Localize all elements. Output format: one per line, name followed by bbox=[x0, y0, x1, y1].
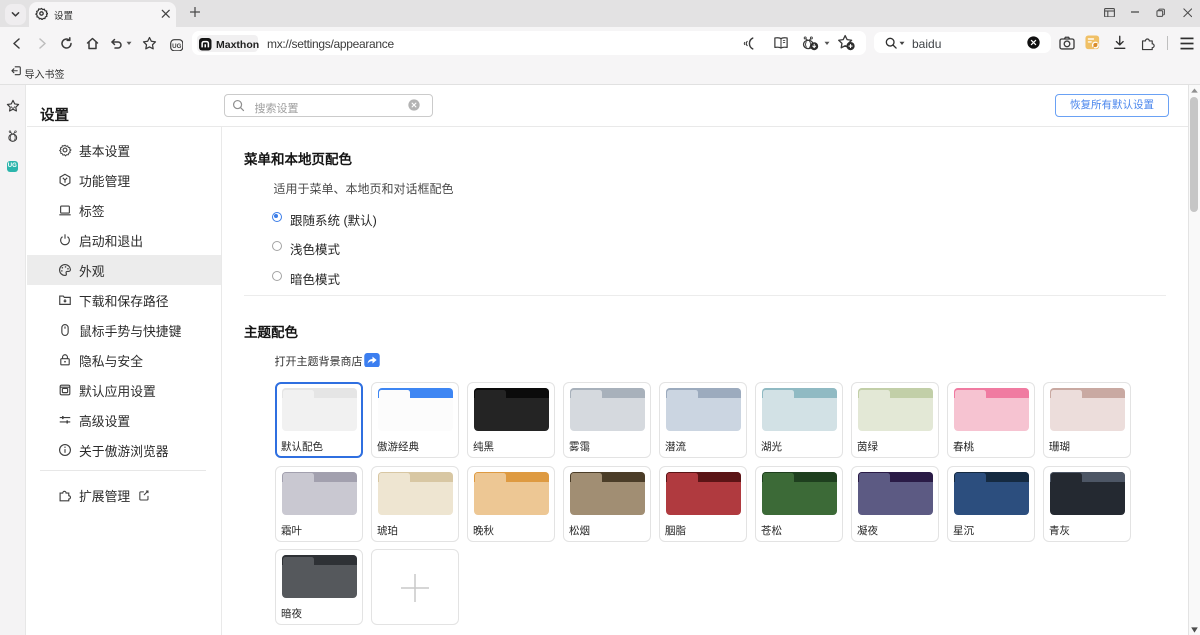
svg-text:UG: UG bbox=[172, 43, 181, 50]
